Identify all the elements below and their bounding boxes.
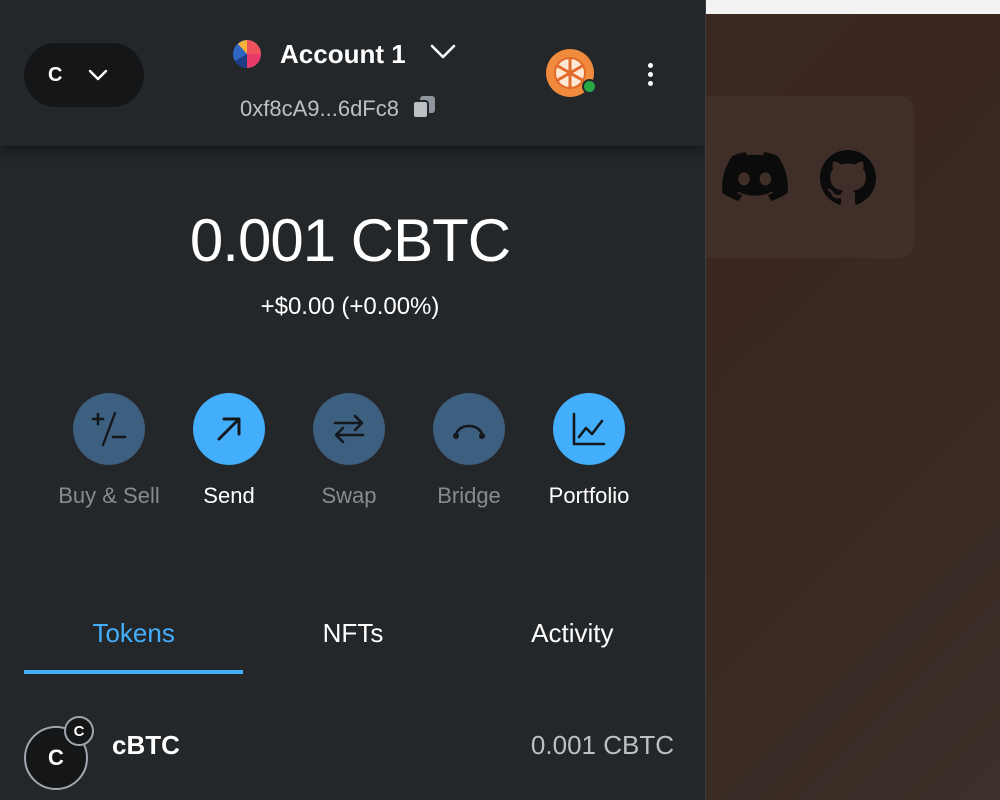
account-name: Account 1 (280, 38, 406, 69)
chevron-down-icon (88, 69, 108, 81)
swap-arrows-icon (313, 393, 385, 465)
token-balance: 0.001 CBTC (530, 730, 674, 760)
chevron-down-icon (430, 44, 456, 65)
balance-amount: 0.001 CBTC (189, 207, 511, 274)
network-picker[interactable]: C (24, 43, 144, 107)
token-name: cBTC (112, 730, 180, 760)
portfolio-button[interactable]: Portfolio (529, 393, 649, 509)
account-avatar (232, 39, 262, 69)
discord-icon[interactable] (722, 152, 788, 202)
send-button[interactable]: Send (169, 393, 289, 509)
account-address: 0xf8cA9...6dFc8 (240, 96, 399, 121)
buy-sell-label: Buy & Sell (58, 483, 160, 508)
balance-change: +$0.00 (+0.00%) (260, 293, 440, 320)
tab-activity[interactable]: Activity (463, 606, 682, 676)
token-list-item[interactable]: C C cBTC 0.001 CBTC (0, 710, 705, 800)
connection-status-dot (582, 79, 597, 94)
copy-icon (411, 94, 437, 125)
wallet-header: C Account 1 0xf8cA9...6dFc8 (0, 0, 705, 146)
tab-nfts[interactable]: NFTs (243, 606, 462, 676)
bridge-button[interactable]: Bridge (409, 393, 529, 509)
network-badge-icon: C (64, 716, 94, 746)
swap-label: Swap (321, 483, 377, 508)
asset-tabs: Tokens NFTs Activity (24, 606, 682, 676)
tab-tokens[interactable]: Tokens (24, 606, 244, 676)
copy-address-button[interactable]: 0xf8cA9...6dFc8 (240, 94, 437, 124)
kebab-menu-icon[interactable] (638, 58, 662, 90)
swap-button[interactable]: Swap (289, 393, 409, 509)
bridge-label: Bridge (437, 483, 501, 508)
send-label: Send (203, 483, 255, 508)
network-avatar: C (48, 63, 63, 86)
arrow-up-right-icon (193, 393, 265, 465)
chart-line-icon (553, 393, 625, 465)
account-picker[interactable]: Account 1 (232, 36, 456, 72)
wallet-popup: C Account 1 0xf8cA9...6dFc8 0.001 CBTC +… (0, 0, 706, 800)
plus-minus-icon (73, 393, 145, 465)
buy-sell-button[interactable]: Buy & Sell (49, 393, 169, 509)
bridge-icon (433, 393, 505, 465)
portfolio-label: Portfolio (548, 483, 630, 508)
github-icon[interactable] (820, 150, 876, 206)
browser-toolbar-strip (706, 0, 1000, 14)
